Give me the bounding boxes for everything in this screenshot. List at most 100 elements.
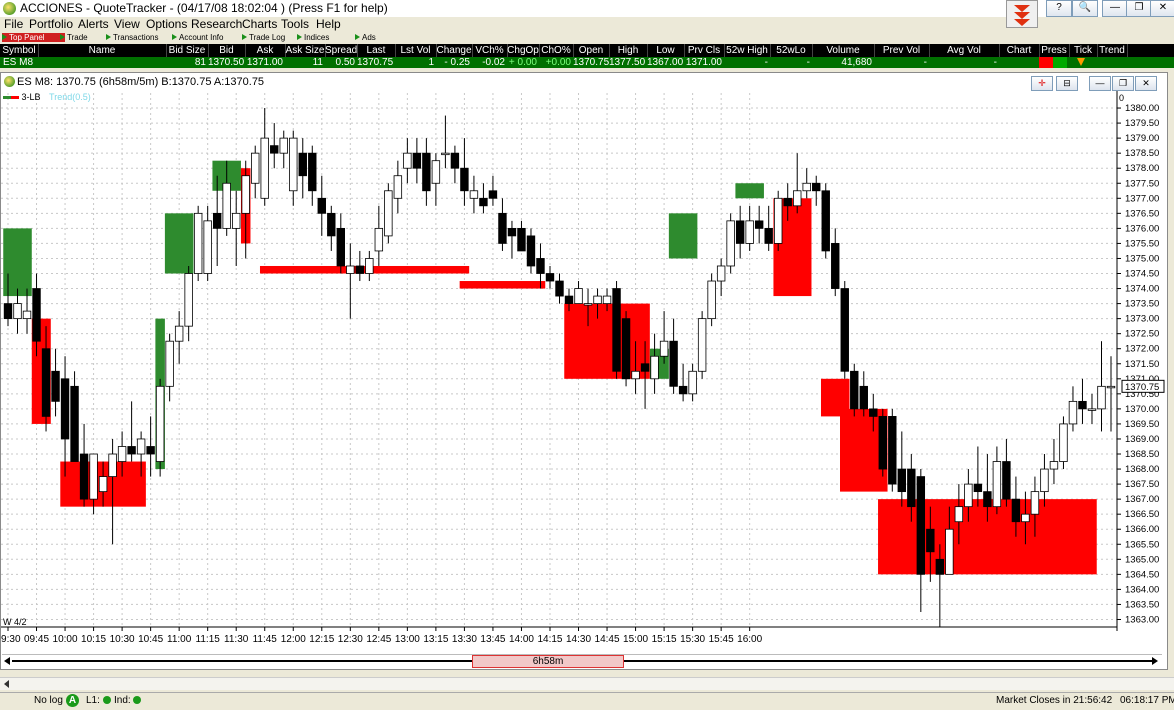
column-header[interactable]: VCh%	[472, 44, 508, 57]
candle-body	[279, 137, 288, 154]
legend-study: Trend(0.5)	[49, 92, 91, 102]
column-header[interactable]: Bid	[208, 44, 246, 57]
table-row[interactable]: ES M8 81 1370.50 1371.00 11 0.50 1370.75 1- 0.2…	[0, 57, 1174, 68]
y-tick-label: 1376.50	[1125, 208, 1159, 219]
tab-indices[interactable]: Indices	[297, 33, 329, 42]
column-header[interactable]: Symbol	[0, 44, 39, 57]
tab-trade-log[interactable]: Trade Log	[242, 33, 285, 42]
menu-charts[interactable]: Charts	[242, 17, 277, 31]
candle-body	[897, 468, 907, 493]
menu-alerts[interactable]: Alerts	[78, 17, 109, 31]
candle-body	[270, 145, 279, 154]
menu-portfolio[interactable]: Portfolio	[29, 17, 73, 31]
candle-body	[659, 340, 669, 357]
scroll-left-icon[interactable]	[4, 680, 9, 688]
column-header[interactable]: Avg Vol	[929, 44, 1000, 57]
tab-top-panel[interactable]: Top Panel	[2, 33, 65, 42]
candle-body	[945, 528, 954, 575]
chart-restore-button[interactable]: ❐	[1112, 76, 1134, 91]
close-button[interactable]: ✕	[1150, 0, 1174, 17]
x-tick-label: 09:30	[1, 634, 21, 645]
table-cell	[38, 57, 166, 68]
x-tick-label: 10:15	[81, 634, 106, 645]
candle-body	[393, 175, 403, 199]
tab-account-info[interactable]: Account Info	[172, 33, 223, 42]
menu-options[interactable]: Options	[146, 17, 187, 31]
candle-body	[745, 220, 754, 244]
tab-ads[interactable]: Ads	[355, 33, 376, 42]
column-header[interactable]: 52wLo	[770, 44, 813, 57]
candle-body	[365, 258, 374, 274]
crosshair-icon[interactable]: ✛	[1031, 76, 1053, 91]
search-icon[interactable]: 🔍	[1072, 0, 1098, 17]
trend-box	[735, 183, 764, 199]
candle-body	[859, 385, 868, 410]
column-header[interactable]: Press	[1039, 44, 1070, 57]
chart-close-button[interactable]: ✕	[1135, 76, 1157, 91]
candle-body	[1049, 461, 1059, 470]
column-header[interactable]: Name	[38, 44, 167, 57]
minimize-button[interactable]: —	[1102, 0, 1128, 17]
menu-view[interactable]: View	[114, 17, 140, 31]
column-header[interactable]: Chart	[999, 44, 1040, 57]
column-header[interactable]: Change	[436, 44, 473, 57]
column-header[interactable]: Open	[573, 44, 610, 57]
column-header[interactable]: Trend	[1097, 44, 1128, 57]
alert-arrows-icon[interactable]	[1006, 0, 1038, 28]
column-header[interactable]: High	[609, 44, 648, 57]
l1-indicator-icon	[102, 696, 111, 705]
candle-body	[517, 227, 526, 252]
x-tick-label: 10:45	[138, 634, 163, 645]
alert-a-icon[interactable]: A	[66, 694, 79, 707]
candle-body	[488, 190, 498, 199]
menu-help[interactable]: Help	[316, 17, 341, 31]
column-header[interactable]: ChgOp	[507, 44, 540, 57]
quote-table-header: Symbol Name Bid Size Bid Ask Ask Size Spread La…	[0, 44, 1174, 57]
menu-file[interactable]: File	[4, 17, 23, 31]
tab-trade[interactable]: Trade	[60, 33, 88, 42]
column-header[interactable]: Lst Vol	[395, 44, 437, 57]
column-header[interactable]: Last	[357, 44, 396, 57]
column-header[interactable]: Prv Cls	[684, 44, 725, 57]
scroll-left-arrow-icon[interactable]	[4, 657, 10, 665]
pin-icon[interactable]: ⊟	[1056, 76, 1078, 91]
column-header[interactable]: ChO%	[539, 44, 574, 57]
column-header[interactable]: Low	[647, 44, 685, 57]
menu-research[interactable]: Research	[191, 17, 242, 31]
table-cell: 1371.00	[685, 57, 722, 68]
x-tick-label: 09:45	[24, 634, 49, 645]
candle-body	[384, 190, 393, 237]
candle-body	[165, 340, 174, 387]
candle-body	[707, 280, 716, 320]
column-header[interactable]: 52w High	[724, 44, 771, 57]
candle-body	[973, 483, 983, 493]
table-cell: 1370.50	[208, 57, 245, 68]
column-header[interactable]: Tick	[1069, 44, 1098, 57]
column-header[interactable]: Ask	[245, 44, 286, 57]
column-header[interactable]: Ask Size	[285, 44, 326, 57]
tab-transactions[interactable]: Transactions	[106, 33, 159, 42]
price-chart[interactable]: 1380.00 1379.50 1379.00 1378.50 1378.00 1377.…	[1, 91, 1165, 653]
menu-tools[interactable]: Tools	[281, 17, 309, 31]
restore-button[interactable]: ❐	[1126, 0, 1152, 17]
y-tick-label: 1377.00	[1125, 193, 1159, 204]
column-header[interactable]: Prev Vol	[874, 44, 930, 57]
y-tick-label: 1365.00	[1125, 554, 1159, 565]
chart-time-scrollbar[interactable]: 6h58m	[2, 654, 1162, 668]
column-header[interactable]: Spread	[325, 44, 358, 57]
trend-box	[459, 281, 546, 289]
y-tick-label: 1363.00	[1125, 614, 1159, 625]
candle-body	[526, 235, 536, 267]
column-header[interactable]: Volume	[812, 44, 875, 57]
window-horizontal-scrollbar[interactable]	[0, 677, 1174, 690]
candle-body	[678, 385, 688, 395]
candle-body	[317, 197, 326, 214]
scroll-right-arrow-icon[interactable]	[1152, 657, 1158, 665]
scroll-range-thumb[interactable]: 6h58m	[472, 655, 624, 668]
candle-body	[688, 370, 697, 395]
chart-minimize-button[interactable]: —	[1089, 76, 1111, 91]
column-header[interactable]: Bid Size	[166, 44, 209, 57]
table-cell: 1371.00	[246, 57, 283, 68]
y-tick-label: 1370.00	[1125, 404, 1159, 415]
help-button[interactable]: ?	[1046, 0, 1072, 17]
